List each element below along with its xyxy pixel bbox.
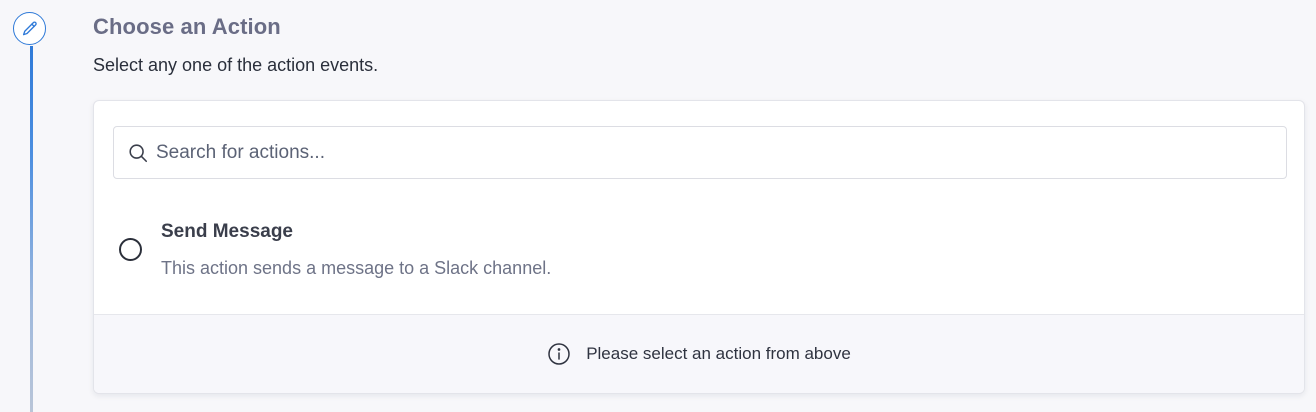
timeline-line [30, 46, 33, 412]
search-input[interactable] [156, 127, 1266, 178]
pencil-icon [21, 20, 39, 38]
info-icon [547, 342, 571, 366]
card-footer: Please select an action from above [94, 314, 1304, 393]
search-icon [127, 142, 149, 164]
action-title: Send Message [161, 221, 293, 242]
action-option-send-message[interactable]: Send Message This action sends a message… [94, 201, 1304, 313]
step-node [13, 12, 46, 45]
step-title: Choose an Action [93, 14, 281, 39]
action-radio[interactable] [119, 238, 142, 261]
action-description: This action sends a message to a Slack c… [161, 258, 552, 278]
search-box[interactable] [113, 126, 1287, 179]
footer-message: Please select an action from above [586, 343, 851, 363]
step-subtitle: Select any one of the action events. [93, 55, 379, 75]
action-card: Send Message This action sends a message… [93, 100, 1305, 394]
